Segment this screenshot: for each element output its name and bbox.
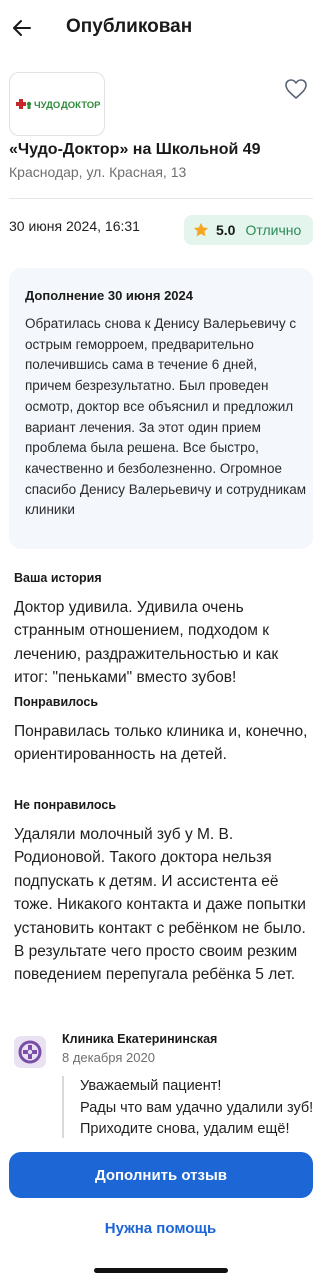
heart-outline-icon [285, 79, 307, 99]
story-label: Ваша история [14, 571, 102, 585]
rating-label: Отлично [245, 222, 302, 238]
story-text: Доктор удивила. Удивила очень странным о… [14, 599, 279, 687]
favorite-button[interactable] [284, 78, 308, 100]
reply-avatar [14, 1036, 46, 1068]
review-date: 30 июня 2024, 16:31 [9, 218, 140, 234]
arrow-left-icon [13, 20, 31, 36]
clinic-logo-icon [18, 1040, 42, 1064]
page-title: Опубликован [66, 16, 193, 37]
liked-label: Понравилось [14, 695, 99, 709]
clinic-name[interactable]: «Чудо-Доктор» на Школьной 49 [9, 141, 261, 159]
chudo-doktor-logo-icon: ЧУДО ДОКТОР [16, 99, 101, 111]
clinic-address: Краснодар, ул. Красная, 13 [9, 164, 187, 180]
back-button[interactable] [10, 16, 34, 40]
svg-text:ЧУДО: ЧУДО [34, 100, 60, 111]
top-bar: Опубликован [0, 0, 321, 58]
reply-date: 8 декабря 2020 [62, 1050, 155, 1065]
disliked-label: Не понравилось [14, 798, 117, 812]
reply-quote: Уважаемый пациент! Рады что вам удачно у… [62, 1076, 314, 1142]
need-help-link[interactable]: Нужна помощь [0, 1220, 321, 1237]
rating-value: 5.0 [216, 222, 236, 238]
divider [9, 198, 313, 199]
clinic-logo[interactable]: ЧУДО ДОКТОР [9, 72, 105, 136]
add-to-review-button[interactable]: Дополнить отзыв [9, 1152, 313, 1198]
reply-author: Клиника Екатерининская [62, 1032, 218, 1046]
disliked-text: Удаляли молочный зуб у М. В. Родионовой.… [14, 826, 306, 984]
addendum-text: Обратилась снова к Денису Валерьевичу с … [25, 316, 307, 518]
star-icon [193, 222, 209, 237]
svg-text:ДОКТОР: ДОКТОР [61, 100, 101, 111]
reply-text: Уважаемый пациент! Рады что вам удачно у… [80, 1078, 314, 1137]
liked-text: Понравилась только клиника и, конечно, о… [14, 723, 308, 764]
addendum-title: Дополнение 30 июня 2024 [25, 288, 193, 303]
home-indicator [94, 1268, 228, 1273]
rating-badge: 5.0 Отлично [184, 215, 313, 245]
review-addendum-card: Дополнение 30 июня 2024 Обратилась снова… [9, 268, 313, 549]
